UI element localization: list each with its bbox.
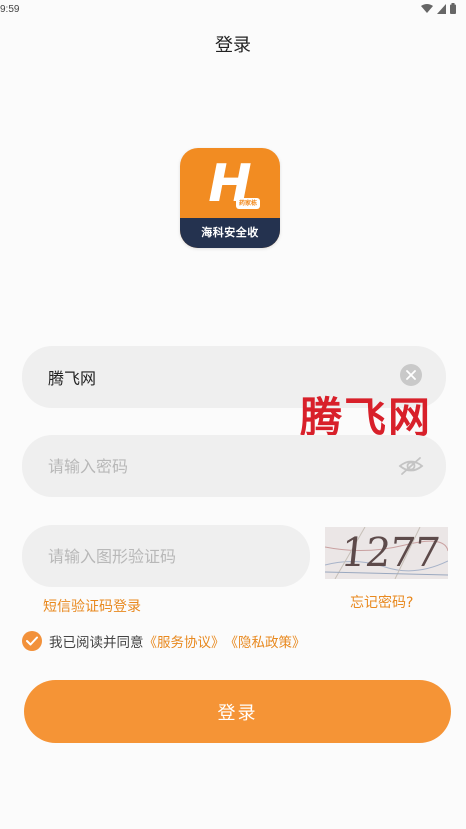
privacy-policy-link[interactable]: 《隐私政策》 xyxy=(225,631,306,651)
captcha-image[interactable]: 1277 xyxy=(325,527,448,579)
signal-icon xyxy=(437,3,446,14)
eye-off-icon[interactable] xyxy=(398,455,424,477)
password-input[interactable] xyxy=(48,435,392,497)
login-button[interactable]: 登录 xyxy=(24,680,451,743)
check-icon xyxy=(26,636,38,646)
status-time: 9:59 xyxy=(0,4,20,15)
battery-icon xyxy=(450,3,456,14)
agreement-text: 我已阅读并同意 xyxy=(49,635,144,651)
logo-letter: H xyxy=(208,154,252,214)
status-icons xyxy=(421,3,456,14)
app-logo: H 药家栋 海科安全收 xyxy=(180,148,280,248)
logo-badge: 药家栋 xyxy=(236,198,260,209)
agreement-checkbox[interactable] xyxy=(22,631,42,651)
sms-login-link[interactable]: 短信验证码登录 xyxy=(43,596,141,616)
captcha-image-text: 1277 xyxy=(338,530,442,576)
captcha-field xyxy=(22,525,310,587)
password-field xyxy=(22,435,446,497)
clear-icon[interactable] xyxy=(400,364,422,386)
page-title: 登录 xyxy=(215,35,251,56)
captcha-input[interactable] xyxy=(48,525,288,587)
logo-band-text: 海科安全收 xyxy=(180,218,280,248)
forgot-password-link[interactable]: 忘记密码? xyxy=(350,592,413,612)
agreement-row: 我已阅读并同意 《服务协议》 《隐私政策》 xyxy=(22,630,306,652)
wifi-icon xyxy=(421,3,433,13)
status-bar: 9:59 xyxy=(0,0,466,22)
service-agreement-link[interactable]: 《服务协议》 xyxy=(144,631,225,651)
